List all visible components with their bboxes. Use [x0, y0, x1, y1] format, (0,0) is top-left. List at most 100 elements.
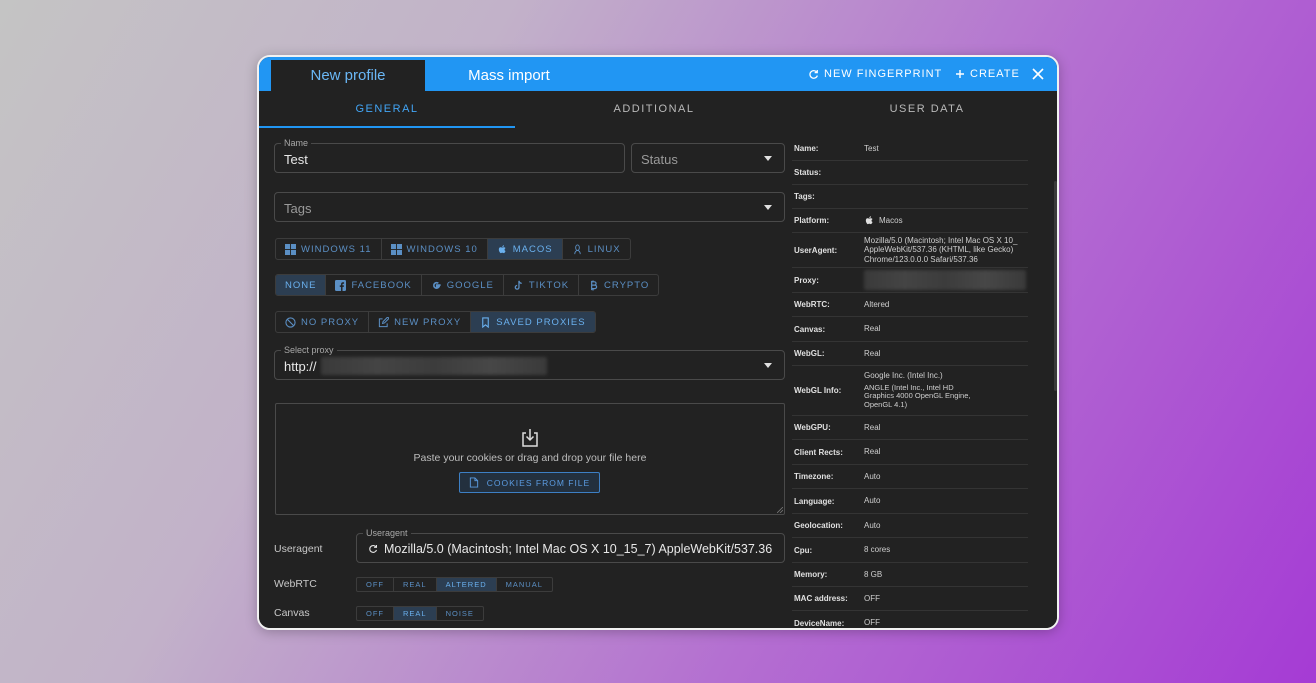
webrtc-altered-button[interactable]: ALTERED: [436, 578, 497, 591]
new-proxy-button[interactable]: NEW PROXY: [369, 312, 472, 332]
tab-general[interactable]: GENERAL: [259, 91, 515, 128]
summary-key: Canvas:: [794, 324, 826, 334]
useragent-line: Chrome/123.0.0.0 Safari/537.36: [864, 254, 978, 264]
platform-none-button[interactable]: NONE: [276, 275, 327, 295]
windows-icon: [390, 243, 402, 255]
platform-value: Macos: [879, 215, 903, 225]
canvas-real-button[interactable]: REAL: [394, 607, 437, 620]
platform-google-button[interactable]: GOOGLE: [422, 275, 504, 295]
linux-icon: [573, 243, 581, 254]
useragent-row-label: Useragent: [274, 543, 323, 555]
dropzone-text: Paste your cookies or drag and drop your…: [413, 452, 647, 464]
useragent-field[interactable]: Useragent Mozilla/5.0 (Macintosh; Intel …: [356, 528, 785, 563]
summary-key: UserAgent:: [794, 245, 838, 255]
proxy-option-label: NO PROXY: [301, 316, 360, 328]
summary-key: Proxy:: [794, 275, 819, 285]
cookies-dropzone[interactable]: Paste your cookies or drag and drop your…: [275, 403, 785, 515]
webrtc-off-button[interactable]: OFF: [357, 578, 394, 591]
file-icon: [469, 477, 478, 488]
create-button[interactable]: CREATE: [955, 57, 1020, 91]
summary-key: Client Rects:: [794, 447, 843, 457]
saved-proxies-button[interactable]: SAVED PROXIES: [471, 312, 595, 332]
os-option-label: LINUX: [587, 243, 621, 255]
scrollbar[interactable]: [1054, 181, 1057, 391]
platform-button-group: NONE FACEBOOK GOOGLE TIKTOK CRYPTO: [275, 274, 660, 296]
webgl-vendor: Google Inc. (Intel Inc.): [864, 371, 943, 381]
os-windows-11-button[interactable]: WINDOWS 11: [276, 239, 382, 259]
summary-value: [864, 270, 1028, 290]
cookies-from-file-button[interactable]: COOKIES FROM FILE: [459, 472, 600, 493]
select-proxy-value: http://: [284, 359, 317, 374]
os-option-label: WINDOWS 11: [301, 243, 372, 255]
os-macos-button[interactable]: MACOS: [487, 239, 563, 259]
platform-crypto-button[interactable]: CRYPTO: [579, 275, 658, 295]
platform-tiktok-button[interactable]: TIKTOK: [504, 275, 580, 295]
apple-icon: [498, 244, 506, 253]
summary-value: Auto: [864, 520, 881, 530]
new-profile-dialog: New profile Mass import NEW FINGERPRINT …: [257, 55, 1059, 630]
plus-icon: [956, 70, 964, 78]
tab-mass-import[interactable]: Mass import: [449, 60, 569, 91]
summary-key: Timezone:: [794, 472, 834, 481]
proxy-option-label: SAVED PROXIES: [496, 316, 586, 328]
new-fingerprint-button[interactable]: NEW FINGERPRINT: [808, 57, 942, 91]
canvas-off-button[interactable]: OFF: [357, 607, 394, 620]
summary-value: OFF: [864, 618, 880, 628]
tags-select[interactable]: Tags: [274, 192, 785, 222]
apple-icon: [865, 216, 873, 225]
summary-value: Macos: [864, 215, 1028, 226]
webrtc-button-group: OFF REAL ALTERED MANUAL: [356, 577, 553, 592]
useragent-legend: Useragent: [363, 528, 411, 538]
summary-key: Name:: [794, 144, 819, 153]
canvas-button-group: OFF REAL NOISE: [356, 606, 484, 621]
proxy-mode-button-group: NO PROXY NEW PROXY SAVED PROXIES: [275, 311, 596, 333]
bookmark-icon: [482, 316, 490, 328]
name-field[interactable]: Name Test: [274, 138, 625, 173]
os-linux-button[interactable]: LINUX: [563, 239, 630, 259]
summary-row-tags: Tags:: [792, 185, 1028, 209]
tab-additional[interactable]: ADDITIONAL: [515, 91, 793, 127]
platform-facebook-button[interactable]: FACEBOOK: [326, 275, 422, 295]
status-select[interactable]: Status: [631, 143, 785, 173]
create-label: CREATE: [970, 68, 1020, 80]
name-legend: Name: [281, 138, 312, 148]
select-proxy-field[interactable]: Select proxy http://: [274, 345, 785, 380]
no-proxy-button[interactable]: NO PROXY: [276, 312, 370, 332]
summary-key: Cpu:: [794, 545, 813, 555]
summary-key: WebGL:: [794, 349, 825, 358]
summary-row-status: Status:: [792, 161, 1028, 185]
summary-value: Real: [864, 447, 881, 457]
tab-user-data[interactable]: USER DATA: [793, 91, 1057, 127]
os-option-label: MACOS: [512, 243, 553, 255]
summary-row-proxy: Proxy:: [792, 268, 1028, 293]
refresh-icon[interactable]: [368, 544, 378, 554]
platform-option-label: CRYPTO: [604, 279, 650, 291]
status-placeholder: Status: [641, 152, 678, 167]
canvas-noise-button[interactable]: NOISE: [437, 607, 483, 620]
os-button-group: WINDOWS 11 WINDOWS 10 MACOS LINUX: [275, 238, 631, 260]
select-proxy-legend: Select proxy: [281, 345, 337, 355]
tab-new-profile[interactable]: New profile: [271, 60, 425, 91]
summary-row-webrtc: WebRTC: Altered: [792, 293, 1028, 317]
summary-row-device-name: DeviceName: OFF: [792, 611, 1028, 628]
webrtc-real-button[interactable]: REAL: [394, 578, 437, 591]
summary-value: Real: [864, 324, 881, 334]
summary-value: Altered: [864, 299, 890, 309]
resize-handle-icon[interactable]: [777, 507, 783, 513]
tiktok-icon: [514, 280, 522, 290]
summary-key: Language:: [794, 496, 835, 506]
chevron-down-icon: [764, 363, 772, 368]
summary-value: 8 GB: [864, 569, 883, 579]
os-windows-10-button[interactable]: WINDOWS 10: [382, 239, 488, 259]
summary-key: Tags:: [794, 192, 815, 201]
summary-row-timezone: Timezone: Auto: [792, 465, 1028, 489]
summary-value: Auto: [864, 496, 881, 506]
summary-key: WebRTC:: [794, 300, 830, 309]
webgl-renderer-line: OpenGL 4.1): [864, 399, 908, 409]
summary-row-memory: Memory: 8 GB: [792, 563, 1028, 587]
windows-icon: [285, 243, 296, 255]
platform-option-label: NONE: [285, 279, 317, 291]
webrtc-manual-button[interactable]: MANUAL: [497, 578, 552, 591]
close-icon[interactable]: [1027, 63, 1049, 85]
summary-row-name: Name: Test: [792, 137, 1028, 161]
